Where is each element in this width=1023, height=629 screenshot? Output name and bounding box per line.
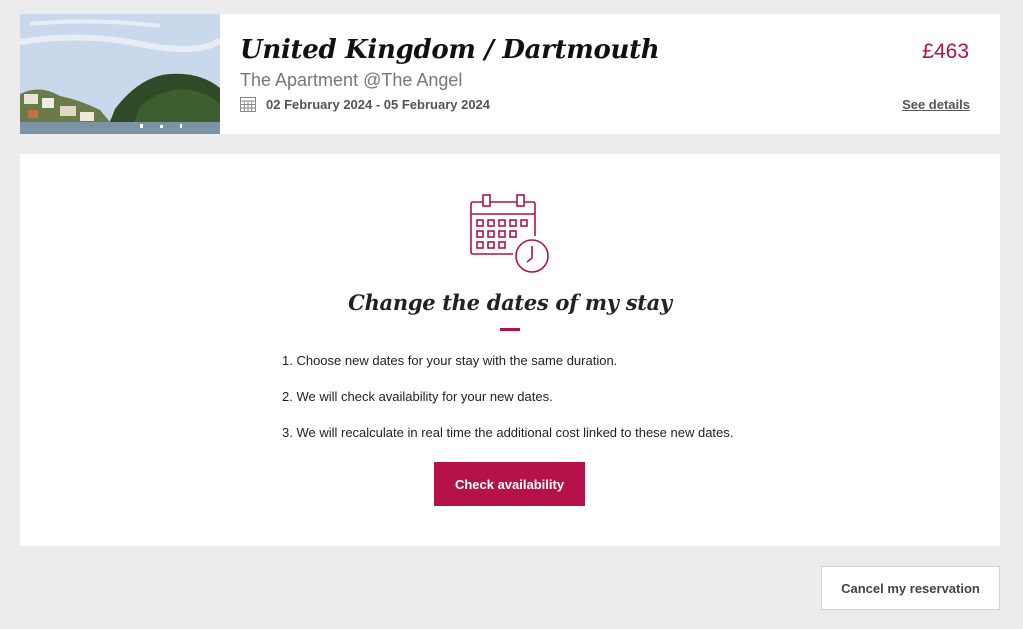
change-dates-title: Change the dates of my stay bbox=[348, 290, 672, 315]
destination-photo bbox=[20, 14, 220, 134]
calendar-clock-icon bbox=[470, 194, 549, 273]
stay-dates: 02 February 2024 - 05 February 2024 bbox=[240, 96, 1000, 112]
destination-title: United Kingdom / Dartmouth bbox=[240, 35, 660, 65]
calendar-icon bbox=[240, 97, 256, 112]
step-item: 2. We will check availability for your n… bbox=[282, 389, 553, 404]
step-item: 1. Choose new dates for your stay with t… bbox=[282, 353, 618, 368]
check-availability-button[interactable]: Check availability bbox=[434, 462, 585, 506]
see-details-link[interactable]: See details bbox=[902, 97, 970, 112]
change-dates-panel: Change the dates of my stay 1. Choose ne… bbox=[20, 154, 1000, 546]
booking-summary-card: United Kingdom / Dartmouth The Apartment… bbox=[20, 14, 1000, 134]
step-item: 3. We will recalculate in real time the … bbox=[282, 425, 734, 440]
steps-list: 1. Choose new dates for your stay with t… bbox=[282, 352, 733, 460]
stay-dates-text: 02 February 2024 - 05 February 2024 bbox=[266, 96, 491, 112]
title-divider bbox=[500, 328, 520, 331]
booking-price: £463 bbox=[922, 40, 969, 63]
hotel-name: The Apartment @The Angel bbox=[240, 70, 463, 90]
cancel-reservation-button[interactable]: Cancel my reservation bbox=[821, 566, 1000, 610]
